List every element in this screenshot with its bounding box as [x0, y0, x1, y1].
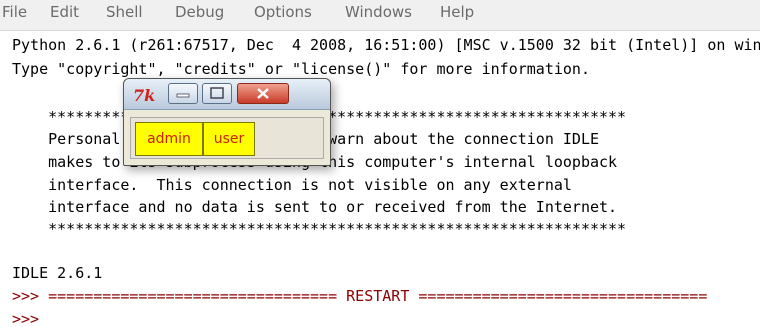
menu-shell[interactable]: Shell — [106, 3, 143, 21]
admin-button[interactable]: admin — [135, 122, 203, 156]
shell-restart-line: >>> ================================ RES… — [12, 287, 708, 305]
shell-prompt[interactable]: >>> — [12, 308, 39, 327]
shell-line-idle-version: IDLE 2.6.1 — [12, 264, 103, 282]
menu-edit[interactable]: Edit — [50, 3, 79, 21]
tk-logo-icon: 7k — [133, 86, 156, 105]
shell-line-stars-bottom: ****************************************… — [12, 220, 627, 238]
shell-line-copyright: Type "copyright", "credits" or "license(… — [12, 60, 590, 78]
shell-line-firewall-3: interface. This connection is not visibl… — [12, 176, 572, 194]
menu-options[interactable]: Options — [254, 3, 312, 21]
menu-bar: File Edit Shell Debug Options Windows He… — [0, 0, 760, 31]
maximize-icon — [210, 87, 224, 99]
maximize-button[interactable] — [202, 83, 232, 104]
tk-popup-window: 7k admin user — [123, 78, 331, 166]
shell-line-version: Python 2.6.1 (r261:67517, Dec 4 2008, 16… — [12, 36, 760, 54]
menu-debug[interactable]: Debug — [175, 3, 224, 21]
minimize-icon — [176, 93, 190, 98]
menu-windows[interactable]: Windows — [345, 3, 412, 21]
tk-button-frame: admin user — [130, 117, 324, 159]
tk-title-bar[interactable]: 7k — [124, 79, 330, 110]
minimize-button[interactable] — [168, 83, 198, 104]
menu-help[interactable]: Help — [440, 3, 474, 21]
shell-line-firewall-4: interface and no data is sent to or rece… — [12, 198, 618, 216]
menu-file[interactable]: File — [2, 3, 27, 21]
close-icon — [257, 88, 269, 99]
user-button[interactable]: user — [203, 122, 255, 156]
close-button[interactable] — [237, 83, 289, 104]
shell-output[interactable]: Python 2.6.1 (r261:67517, Dec 4 2008, 16… — [0, 32, 760, 327]
